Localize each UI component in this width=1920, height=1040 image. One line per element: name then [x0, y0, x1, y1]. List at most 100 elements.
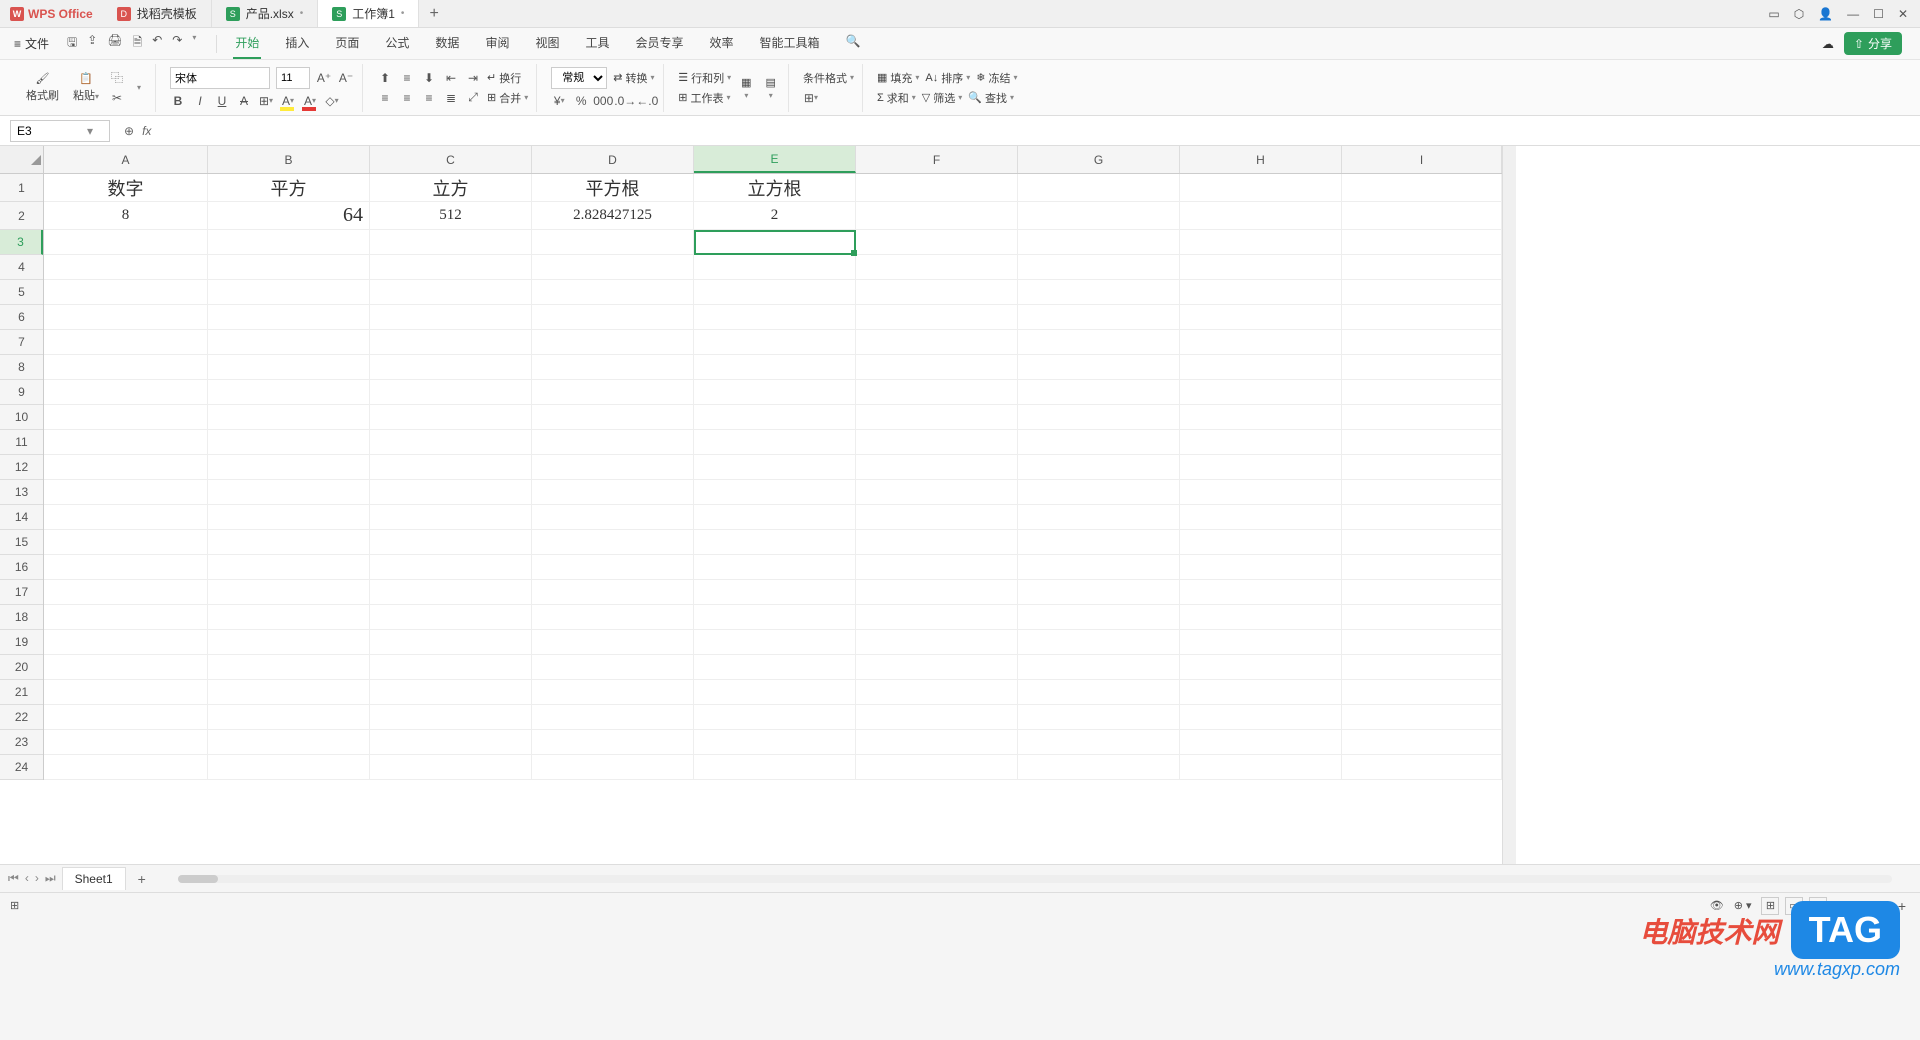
cell-B7[interactable] — [208, 330, 370, 355]
cell-G2[interactable] — [1018, 202, 1180, 230]
orientation-icon[interactable]: ⤢ — [465, 90, 481, 106]
cell-H21[interactable] — [1180, 680, 1342, 705]
cell-H15[interactable] — [1180, 530, 1342, 555]
cloud-icon[interactable]: ☁ — [1822, 37, 1834, 51]
sheet-last-icon[interactable]: ⏭ — [45, 871, 56, 886]
cell-C1[interactable]: 立方 — [370, 174, 532, 202]
cell-I4[interactable] — [1342, 255, 1502, 280]
fill-color-button[interactable]: A▾ — [280, 93, 296, 109]
cell-H19[interactable] — [1180, 630, 1342, 655]
cell-F6[interactable] — [856, 305, 1018, 330]
cell-I2[interactable] — [1342, 202, 1502, 230]
cell-F19[interactable] — [856, 630, 1018, 655]
col-header-E[interactable]: E — [694, 146, 856, 173]
fill-button[interactable]: ▦填充▾ — [877, 70, 919, 86]
cell-C12[interactable] — [370, 455, 532, 480]
cell-D10[interactable] — [532, 405, 694, 430]
align-bottom-icon[interactable]: ⬇ — [421, 70, 437, 86]
cell-B16[interactable] — [208, 555, 370, 580]
cell-E1[interactable]: 立方根 — [694, 174, 856, 202]
cell-C15[interactable] — [370, 530, 532, 555]
merge-button[interactable]: ⊞合并▾ — [487, 90, 528, 106]
cell-A21[interactable] — [44, 680, 208, 705]
cell-F8[interactable] — [856, 355, 1018, 380]
convert-button[interactable]: ⇄转换▾ — [613, 70, 654, 86]
cell-I24[interactable] — [1342, 755, 1502, 780]
clipboard-launcher-icon[interactable]: ▾ — [131, 80, 147, 96]
cell-E4[interactable] — [694, 255, 856, 280]
increase-decimal-icon[interactable]: .0→ — [617, 93, 633, 109]
scroll-thumb[interactable] — [178, 875, 218, 883]
row-header-8[interactable]: 8 — [0, 355, 43, 380]
indent-inc-icon[interactable]: ⇥ — [465, 70, 481, 86]
col-header-C[interactable]: C — [370, 146, 532, 173]
cell-C21[interactable] — [370, 680, 532, 705]
cell-B4[interactable] — [208, 255, 370, 280]
border-button[interactable]: ⊞▾ — [258, 93, 274, 109]
cell-I10[interactable] — [1342, 405, 1502, 430]
view-break-icon[interactable]: ⊟ — [1809, 897, 1827, 915]
cell-G9[interactable] — [1018, 380, 1180, 405]
cell-H9[interactable] — [1180, 380, 1342, 405]
cell-C4[interactable] — [370, 255, 532, 280]
cell-G18[interactable] — [1018, 605, 1180, 630]
cell-G21[interactable] — [1018, 680, 1180, 705]
cell-C11[interactable] — [370, 430, 532, 455]
cell-E2[interactable]: 2 — [694, 202, 856, 230]
cell-D5[interactable] — [532, 280, 694, 305]
cell-E12[interactable] — [694, 455, 856, 480]
tab-data[interactable]: 数据 — [433, 28, 461, 59]
cell-B18[interactable] — [208, 605, 370, 630]
cell-A5[interactable] — [44, 280, 208, 305]
row-header-1[interactable]: 1 — [0, 174, 43, 202]
cell-H1[interactable] — [1180, 174, 1342, 202]
cell-F2[interactable] — [856, 202, 1018, 230]
tab-tools[interactable]: 工具 — [583, 28, 611, 59]
row-header-7[interactable]: 7 — [0, 330, 43, 355]
italic-button[interactable]: I — [192, 93, 208, 109]
cell-D17[interactable] — [532, 580, 694, 605]
name-box[interactable]: ▾ — [10, 120, 110, 142]
cell-B23[interactable] — [208, 730, 370, 755]
row-header-22[interactable]: 22 — [0, 705, 43, 730]
cell-D13[interactable] — [532, 480, 694, 505]
cell-C8[interactable] — [370, 355, 532, 380]
sheet-next-icon[interactable]: › — [35, 871, 39, 886]
cell-D18[interactable] — [532, 605, 694, 630]
font-name-input[interactable] — [170, 67, 270, 89]
cell-D21[interactable] — [532, 680, 694, 705]
cell-B1[interactable]: 平方 — [208, 174, 370, 202]
row-header-18[interactable]: 18 — [0, 605, 43, 630]
cell-I11[interactable] — [1342, 430, 1502, 455]
cell-F4[interactable] — [856, 255, 1018, 280]
close-icon[interactable]: • — [401, 8, 405, 19]
status-mode-icon[interactable]: ⊞ — [10, 899, 19, 912]
col-header-I[interactable]: I — [1342, 146, 1502, 173]
cell-H12[interactable] — [1180, 455, 1342, 480]
row-header-13[interactable]: 13 — [0, 480, 43, 505]
cell-F12[interactable] — [856, 455, 1018, 480]
cell-H4[interactable] — [1180, 255, 1342, 280]
select-all-corner[interactable] — [0, 146, 44, 174]
copy-icon[interactable]: ⿻ — [109, 70, 125, 86]
sheet-prev-icon[interactable]: ‹ — [25, 871, 29, 886]
cell-I12[interactable] — [1342, 455, 1502, 480]
highlight-button[interactable]: ◇▾ — [324, 93, 340, 109]
row-header-14[interactable]: 14 — [0, 505, 43, 530]
cell-D6[interactable] — [532, 305, 694, 330]
add-sheet-button[interactable]: + — [132, 871, 152, 887]
cell-D19[interactable] — [532, 630, 694, 655]
cell-C18[interactable] — [370, 605, 532, 630]
cell-B24[interactable] — [208, 755, 370, 780]
rowcol-button[interactable]: ☰行和列▾ — [678, 70, 731, 86]
cell-G23[interactable] — [1018, 730, 1180, 755]
file-menu[interactable]: ≡ 文件 — [8, 35, 55, 52]
cell-G20[interactable] — [1018, 655, 1180, 680]
format-painter-button[interactable]: 🖌 格式刷 — [22, 70, 63, 105]
search-menu-icon[interactable]: 🔍 — [844, 28, 863, 59]
cell-G11[interactable] — [1018, 430, 1180, 455]
cell-E3[interactable] — [694, 230, 856, 255]
cell-A19[interactable] — [44, 630, 208, 655]
cell-A11[interactable] — [44, 430, 208, 455]
row-header-4[interactable]: 4 — [0, 255, 43, 280]
